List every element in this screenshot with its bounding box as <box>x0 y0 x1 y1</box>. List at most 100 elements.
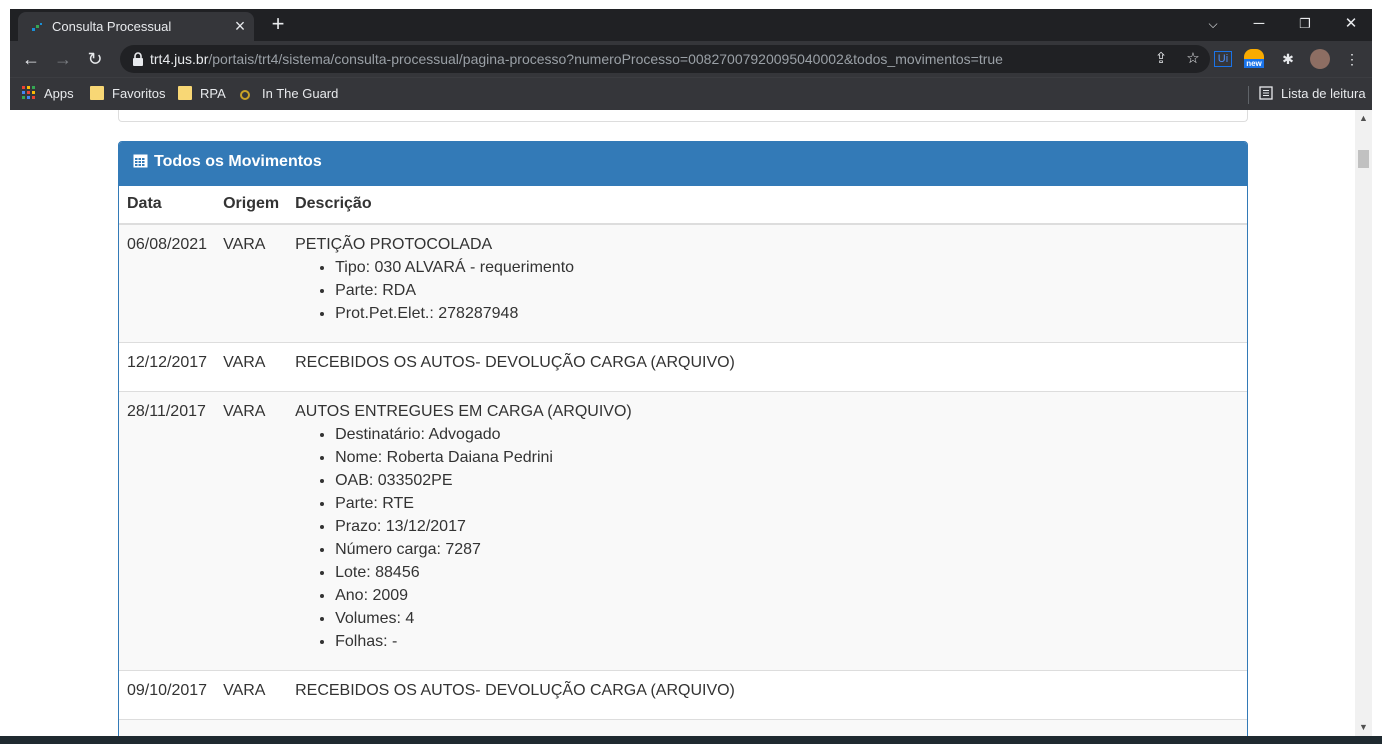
tab-strip: Consulta Processual × + ⌵ ─ ❐ ✕ <box>10 9 1372 41</box>
browser-chrome: Consulta Processual × + ⌵ ─ ❐ ✕ ← → ↻ tr… <box>10 9 1372 110</box>
site-favicon-icon <box>32 23 42 31</box>
scrollbar-thumb[interactable] <box>1358 150 1369 168</box>
column-header-origem: Origem <box>215 186 288 225</box>
new-extension-icon[interactable]: new <box>1244 49 1264 69</box>
row-origin: VARA <box>215 670 288 720</box>
tab-close-icon[interactable]: × <box>230 16 250 36</box>
reading-list-icon <box>1259 86 1273 100</box>
table-row <box>119 719 1247 736</box>
reading-list-label: Lista de leitura <box>1281 86 1366 101</box>
uipath-extension-icon[interactable]: Ui <box>1214 51 1232 67</box>
row-date <box>119 719 216 736</box>
scroll-down-arrow-icon[interactable]: ▼ <box>1355 719 1372 736</box>
movements-table: Data Origem Descrição 06/08/2021 VARA PE… <box>119 186 1247 736</box>
detail-item: Parte: RDA <box>335 279 1239 302</box>
panel-heading: Todos os Movimentos <box>119 142 1247 186</box>
back-arrow-icon[interactable]: ← <box>18 46 44 72</box>
guard-icon <box>240 90 250 100</box>
url-host: trt4.jus.br <box>150 51 209 67</box>
page-viewport: Todos os Movimentos Data Origem Descriçã… <box>10 110 1355 736</box>
row-origin: VARA <box>215 342 288 392</box>
bookmarks-separator <box>1248 86 1249 104</box>
profile-avatar[interactable] <box>1310 49 1330 69</box>
menu-kebab-icon[interactable]: ⋮ <box>1342 49 1362 69</box>
reading-list-button[interactable]: Lista de leitura <box>1259 85 1366 105</box>
detail-item: OAB: 033502PE <box>335 469 1239 492</box>
page-scrollbar[interactable]: ▲ ▼ <box>1355 110 1372 736</box>
browser-tab[interactable]: Consulta Processual × <box>18 12 254 41</box>
folder-icon <box>178 86 192 100</box>
panel-title: Todos os Movimentos <box>154 153 322 170</box>
new-tab-icon[interactable]: + <box>266 13 290 37</box>
bookmark-in-the-guard[interactable]: In The Guard <box>238 85 338 105</box>
address-bar[interactable]: trt4.jus.br/portais/trt4/sistema/consult… <box>120 45 1210 73</box>
bookmark-apps-label: Apps <box>44 86 74 101</box>
calendar-icon <box>133 154 148 168</box>
row-description-cell: RECEBIDOS OS AUTOS- DEVOLUÇÃO CARGA (ARQ… <box>287 342 1247 392</box>
row-origin: VARA <box>215 391 288 671</box>
url-path: /portais/trt4/sistema/consulta-processua… <box>208 51 1003 67</box>
detail-item: Tipo: 030 ALVARÁ - requerimento <box>335 256 1239 279</box>
detail-list: Tipo: 030 ALVARÁ - requerimento Parte: R… <box>295 256 1239 325</box>
reload-icon[interactable]: ↻ <box>82 46 108 72</box>
url-text: trt4.jus.br/portais/trt4/sistema/consult… <box>150 51 1003 67</box>
detail-item: Parte: RTE <box>335 492 1239 515</box>
table-row: 12/12/2017 VARA RECEBIDOS OS AUTOS- DEVO… <box>119 342 1247 392</box>
detail-item: Nome: Roberta Daiana Pedrini <box>335 446 1239 469</box>
bookmark-rpa[interactable]: RPA <box>178 85 226 105</box>
minimize-icon[interactable]: ─ <box>1236 11 1282 37</box>
table-row: 28/11/2017 VARA AUTOS ENTREGUES EM CARGA… <box>119 391 1247 671</box>
row-description: AUTOS ENTREGUES EM CARGA (ARQUIVO) <box>295 403 632 420</box>
apps-grid-icon <box>22 86 35 99</box>
detail-item: Folhas: - <box>335 630 1239 653</box>
forward-arrow-icon[interactable]: → <box>50 46 76 72</box>
tab-search-icon[interactable]: ⌵ <box>1190 11 1236 37</box>
table-header-row: Data Origem Descrição <box>119 186 1247 225</box>
table-row: 09/10/2017 VARA RECEBIDOS OS AUTOS- DEVO… <box>119 670 1247 720</box>
row-origin <box>215 719 288 736</box>
screen-edge-top <box>0 0 1382 9</box>
row-description-cell: AUTOS ENTREGUES EM CARGA (ARQUIVO) Desti… <box>287 391 1247 671</box>
row-description: RECEBIDOS OS AUTOS- DEVOLUÇÃO CARGA (ARQ… <box>295 354 735 371</box>
os-taskbar <box>0 736 1382 744</box>
row-origin: VARA <box>215 223 288 343</box>
row-description-cell <box>287 719 1247 736</box>
previous-panel <box>118 110 1248 122</box>
bookmark-in-the-guard-label: In The Guard <box>262 86 339 101</box>
row-description: PETIÇÃO PROTOCOLADA <box>295 236 493 253</box>
table-row: 06/08/2021 VARA PETIÇÃO PROTOCOLADA Tipo… <box>119 223 1247 343</box>
extension-badge: new <box>1244 59 1264 68</box>
bookmarks-bar: Apps Favoritos RPA In The Guard Lista de… <box>10 77 1372 110</box>
detail-item: Ano: 2009 <box>335 584 1239 607</box>
row-date: 06/08/2021 <box>119 223 216 343</box>
bookmark-favoritos-label: Favoritos <box>112 86 166 101</box>
bookmark-rpa-label: RPA <box>200 86 226 101</box>
close-window-icon[interactable]: ✕ <box>1328 11 1374 37</box>
row-date: 12/12/2017 <box>119 342 216 392</box>
column-header-descricao: Descrição <box>287 186 1247 225</box>
movements-panel: Todos os Movimentos Data Origem Descriçã… <box>118 141 1248 736</box>
column-header-data: Data <box>119 186 216 225</box>
browser-toolbar: ← → ↻ trt4.jus.br/portais/trt4/sistema/c… <box>10 41 1372 77</box>
bookmark-star-icon[interactable]: ☆ <box>1184 50 1202 68</box>
detail-item: Lote: 88456 <box>335 561 1239 584</box>
detail-item: Destinatário: Advogado <box>335 423 1239 446</box>
scroll-up-arrow-icon[interactable]: ▲ <box>1355 110 1372 127</box>
restore-icon[interactable]: ❐ <box>1282 11 1328 37</box>
screen-edge-right <box>1372 0 1382 744</box>
lock-icon <box>133 52 143 66</box>
tab-title: Consulta Processual <box>52 19 172 34</box>
row-description-cell: RECEBIDOS OS AUTOS- DEVOLUÇÃO CARGA (ARQ… <box>287 670 1247 720</box>
folder-icon <box>90 86 104 100</box>
extensions-puzzle-icon[interactable]: ✱ <box>1278 49 1298 69</box>
bookmark-favoritos[interactable]: Favoritos <box>90 85 165 105</box>
detail-item: Número carga: 7287 <box>335 538 1239 561</box>
detail-item: Prazo: 13/12/2017 <box>335 515 1239 538</box>
bookmark-apps[interactable]: Apps <box>22 85 74 105</box>
screen-edge-left <box>0 0 10 744</box>
row-date: 09/10/2017 <box>119 670 216 720</box>
row-description-cell: PETIÇÃO PROTOCOLADA Tipo: 030 ALVARÁ - r… <box>287 223 1247 343</box>
row-date: 28/11/2017 <box>119 391 216 671</box>
detail-item: Volumes: 4 <box>335 607 1239 630</box>
share-icon[interactable]: ⇪ <box>1152 50 1170 68</box>
